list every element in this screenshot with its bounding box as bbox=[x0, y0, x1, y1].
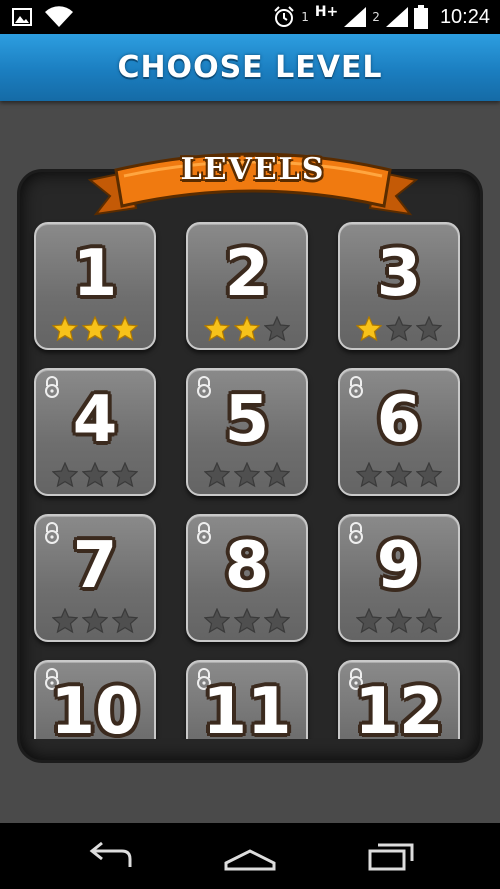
alarm-icon bbox=[274, 6, 294, 27]
star-empty-icon bbox=[82, 462, 108, 488]
level-tile-4[interactable]: 4 bbox=[34, 368, 156, 496]
status-bar: 1 H+ 2 10:24 bbox=[0, 0, 500, 34]
star-empty-icon bbox=[416, 462, 442, 488]
star-empty-icon bbox=[234, 608, 260, 634]
level-tile-5[interactable]: 5 bbox=[186, 368, 308, 496]
star-empty-icon bbox=[386, 462, 412, 488]
home-icon bbox=[224, 849, 276, 871]
level-tile-8[interactable]: 8 bbox=[186, 514, 308, 642]
star-empty-icon bbox=[204, 608, 230, 634]
app-header: CHOOSE LEVEL bbox=[0, 34, 500, 101]
star-empty-icon bbox=[264, 608, 290, 634]
star-empty-icon bbox=[112, 462, 138, 488]
level-tile-12[interactable]: 12 bbox=[338, 660, 460, 739]
home-button[interactable] bbox=[220, 837, 280, 875]
level-tile-1[interactable]: 1 bbox=[34, 222, 156, 350]
sim1-label: 1 bbox=[301, 10, 309, 24]
star-empty-icon bbox=[386, 608, 412, 634]
page-title: CHOOSE LEVEL bbox=[117, 50, 383, 85]
recent-apps-icon bbox=[368, 843, 414, 871]
battery-icon bbox=[413, 5, 428, 29]
level-number: 9 bbox=[376, 529, 422, 603]
star-empty-icon bbox=[204, 462, 230, 488]
level-tile-11[interactable]: 11 bbox=[186, 660, 308, 739]
level-stars bbox=[36, 462, 154, 488]
signal-icon bbox=[385, 7, 408, 27]
star-empty-icon bbox=[416, 316, 442, 342]
level-number: 2 bbox=[224, 237, 270, 311]
level-number: 6 bbox=[376, 383, 422, 457]
star-filled-icon bbox=[204, 316, 230, 342]
level-number: 7 bbox=[72, 529, 118, 603]
level-tile-2[interactable]: 2 bbox=[186, 222, 308, 350]
level-stars bbox=[340, 462, 458, 488]
level-stars bbox=[188, 462, 306, 488]
level-tile-6[interactable]: 6 bbox=[338, 368, 460, 496]
level-number: 5 bbox=[224, 383, 270, 457]
level-tile-10[interactable]: 10 bbox=[34, 660, 156, 739]
star-empty-icon bbox=[416, 608, 442, 634]
star-filled-icon bbox=[234, 316, 260, 342]
star-filled-icon bbox=[82, 316, 108, 342]
network-type: H+ bbox=[314, 4, 339, 20]
star-filled-icon bbox=[112, 316, 138, 342]
level-number: 11 bbox=[202, 675, 292, 739]
clock: 10:24 bbox=[439, 5, 490, 28]
level-tile-7[interactable]: 7 bbox=[34, 514, 156, 642]
level-number: 10 bbox=[50, 675, 140, 739]
star-empty-icon bbox=[52, 462, 78, 488]
level-number: 1 bbox=[72, 237, 118, 311]
level-stars bbox=[340, 316, 458, 342]
star-empty-icon bbox=[52, 608, 78, 634]
star-empty-icon bbox=[356, 462, 382, 488]
level-number: 4 bbox=[72, 383, 118, 457]
level-number: 12 bbox=[354, 675, 444, 739]
level-stars bbox=[340, 608, 458, 634]
wifi-icon bbox=[45, 6, 73, 27]
level-number: 8 bbox=[224, 529, 270, 603]
ribbon-label: LEVELS bbox=[180, 152, 326, 187]
star-empty-icon bbox=[234, 462, 260, 488]
star-empty-icon bbox=[356, 608, 382, 634]
image-icon bbox=[12, 8, 32, 26]
star-empty-icon bbox=[264, 462, 290, 488]
level-tile-9[interactable]: 9 bbox=[338, 514, 460, 642]
levels-grid[interactable]: 1 2 3 4 5 6 7 8 9 10 11 12 bbox=[20, 212, 480, 739]
level-stars bbox=[36, 316, 154, 342]
back-button[interactable] bbox=[80, 837, 140, 875]
star-empty-icon bbox=[82, 608, 108, 634]
navigation-bar bbox=[0, 823, 500, 889]
recent-apps-button[interactable] bbox=[360, 837, 420, 875]
level-tile-3[interactable]: 3 bbox=[338, 222, 460, 350]
star-filled-icon bbox=[356, 316, 382, 342]
signal-icon bbox=[344, 7, 367, 27]
levels-ribbon: LEVELS bbox=[87, 142, 419, 227]
star-empty-icon bbox=[264, 316, 290, 342]
level-number: 3 bbox=[376, 237, 422, 311]
level-stars bbox=[188, 608, 306, 634]
star-empty-icon bbox=[386, 316, 412, 342]
level-stars bbox=[36, 608, 154, 634]
sim2-label: 2 bbox=[372, 10, 380, 24]
back-icon bbox=[89, 841, 132, 867]
star-filled-icon bbox=[52, 316, 78, 342]
level-stars bbox=[188, 316, 306, 342]
star-empty-icon bbox=[112, 608, 138, 634]
